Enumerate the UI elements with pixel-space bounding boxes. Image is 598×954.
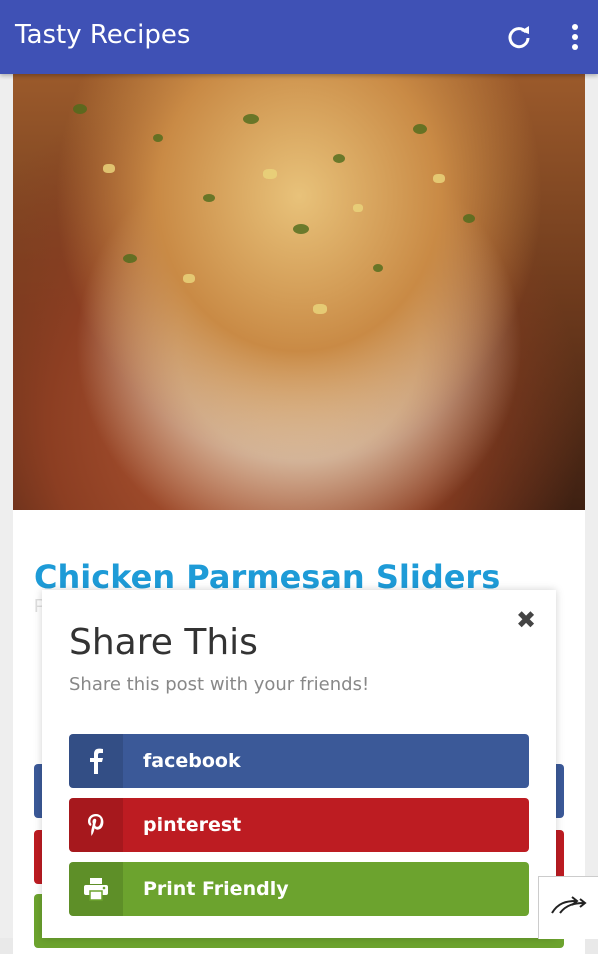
app-title: Tasty Recipes [15, 20, 191, 50]
floating-share-button[interactable] [538, 876, 598, 939]
app-bar: Tasty Recipes [0, 0, 598, 74]
more-vert-icon[interactable] [562, 22, 588, 52]
refresh-icon[interactable] [504, 22, 534, 52]
pinterest-share-button[interactable]: pinterest [69, 798, 529, 852]
facebook-share-button[interactable]: facebook [69, 734, 529, 788]
print-friendly-button[interactable]: Print Friendly [69, 862, 529, 916]
pinterest-icon [69, 798, 123, 852]
share-popup: ✖ Share This Share this post with your f… [42, 590, 556, 938]
right-margin [585, 74, 598, 938]
close-icon[interactable]: ✖ [514, 608, 538, 632]
pinterest-label: pinterest [143, 814, 242, 836]
share-arrow-icon [550, 895, 588, 922]
left-margin [0, 74, 13, 938]
print-friendly-label: Print Friendly [143, 878, 289, 900]
printer-icon [69, 862, 123, 916]
facebook-label: facebook [143, 750, 241, 772]
facebook-icon [69, 734, 123, 788]
share-subtitle: Share this post with your friends! [69, 674, 370, 695]
recipe-hero-image [13, 74, 585, 510]
share-heading: Share This [69, 622, 258, 663]
